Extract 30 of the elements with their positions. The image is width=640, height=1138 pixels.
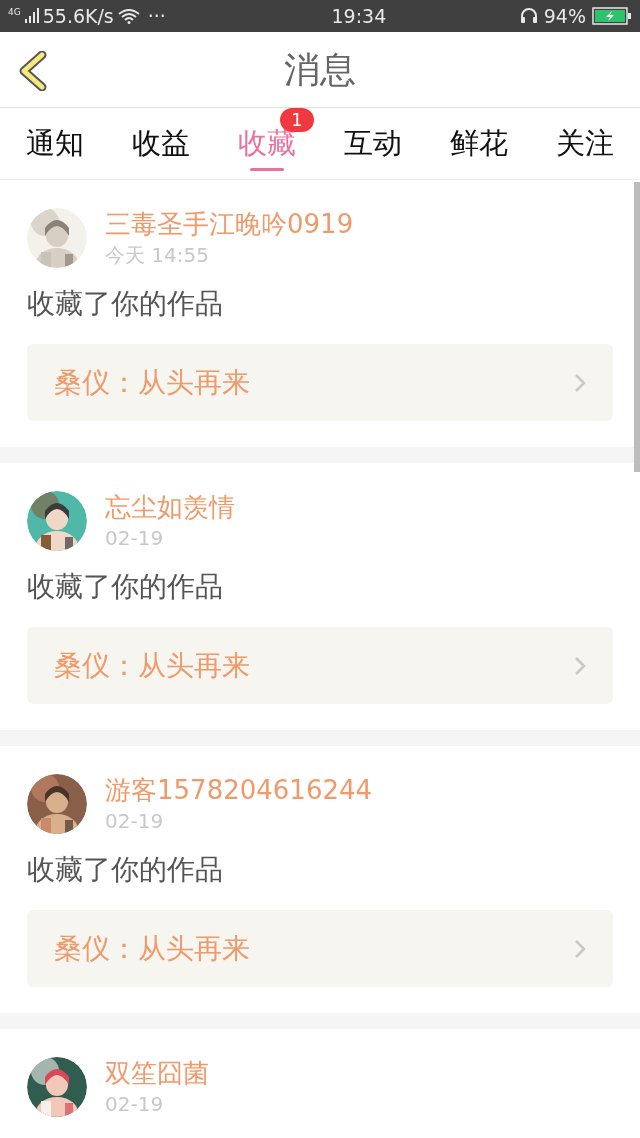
work-link[interactable]: 桑仪：从头再来 [27,344,613,421]
headphones-icon [519,7,538,25]
network-label: 4G [8,7,21,17]
back-chevron-icon [18,51,48,91]
more-indicator: ··· [147,3,166,29]
tab[interactable]: 收益 [114,108,208,179]
tab[interactable]: 鲜花 [432,108,526,179]
tab[interactable]: 关注 [538,108,632,179]
tab[interactable]: 互动 [326,108,420,179]
clock: 19:34 [330,3,388,29]
battery-icon [592,7,632,25]
battery-percent: 94% [543,3,586,29]
message-text: 收藏了你的作品 [27,852,224,888]
tab-underline [250,168,284,171]
chevron-right-icon [574,938,586,959]
chevron-right-icon [574,372,586,393]
username[interactable]: 三毒圣手江晚吟0919 [105,208,354,240]
signal-icon [24,8,39,24]
page-title: 消息 [284,47,356,92]
message-text: 收藏了你的作品 [27,569,224,605]
wifi-icon [117,8,140,24]
network-speed: 55.6K/s [42,3,114,29]
work-link[interactable]: 桑仪：从头再来 [27,627,613,704]
message-text: 收藏了你的作品 [27,286,224,322]
work-link[interactable]: 桑仪：从头再来 [27,910,613,987]
username[interactable]: 忘尘如羡情 [105,491,235,523]
username[interactable]: 游客1578204616244 [105,774,373,806]
tab[interactable]: 通知 [8,108,102,179]
username[interactable]: 双笙囧菌 [105,1057,209,1089]
chevron-right-icon [574,655,586,676]
